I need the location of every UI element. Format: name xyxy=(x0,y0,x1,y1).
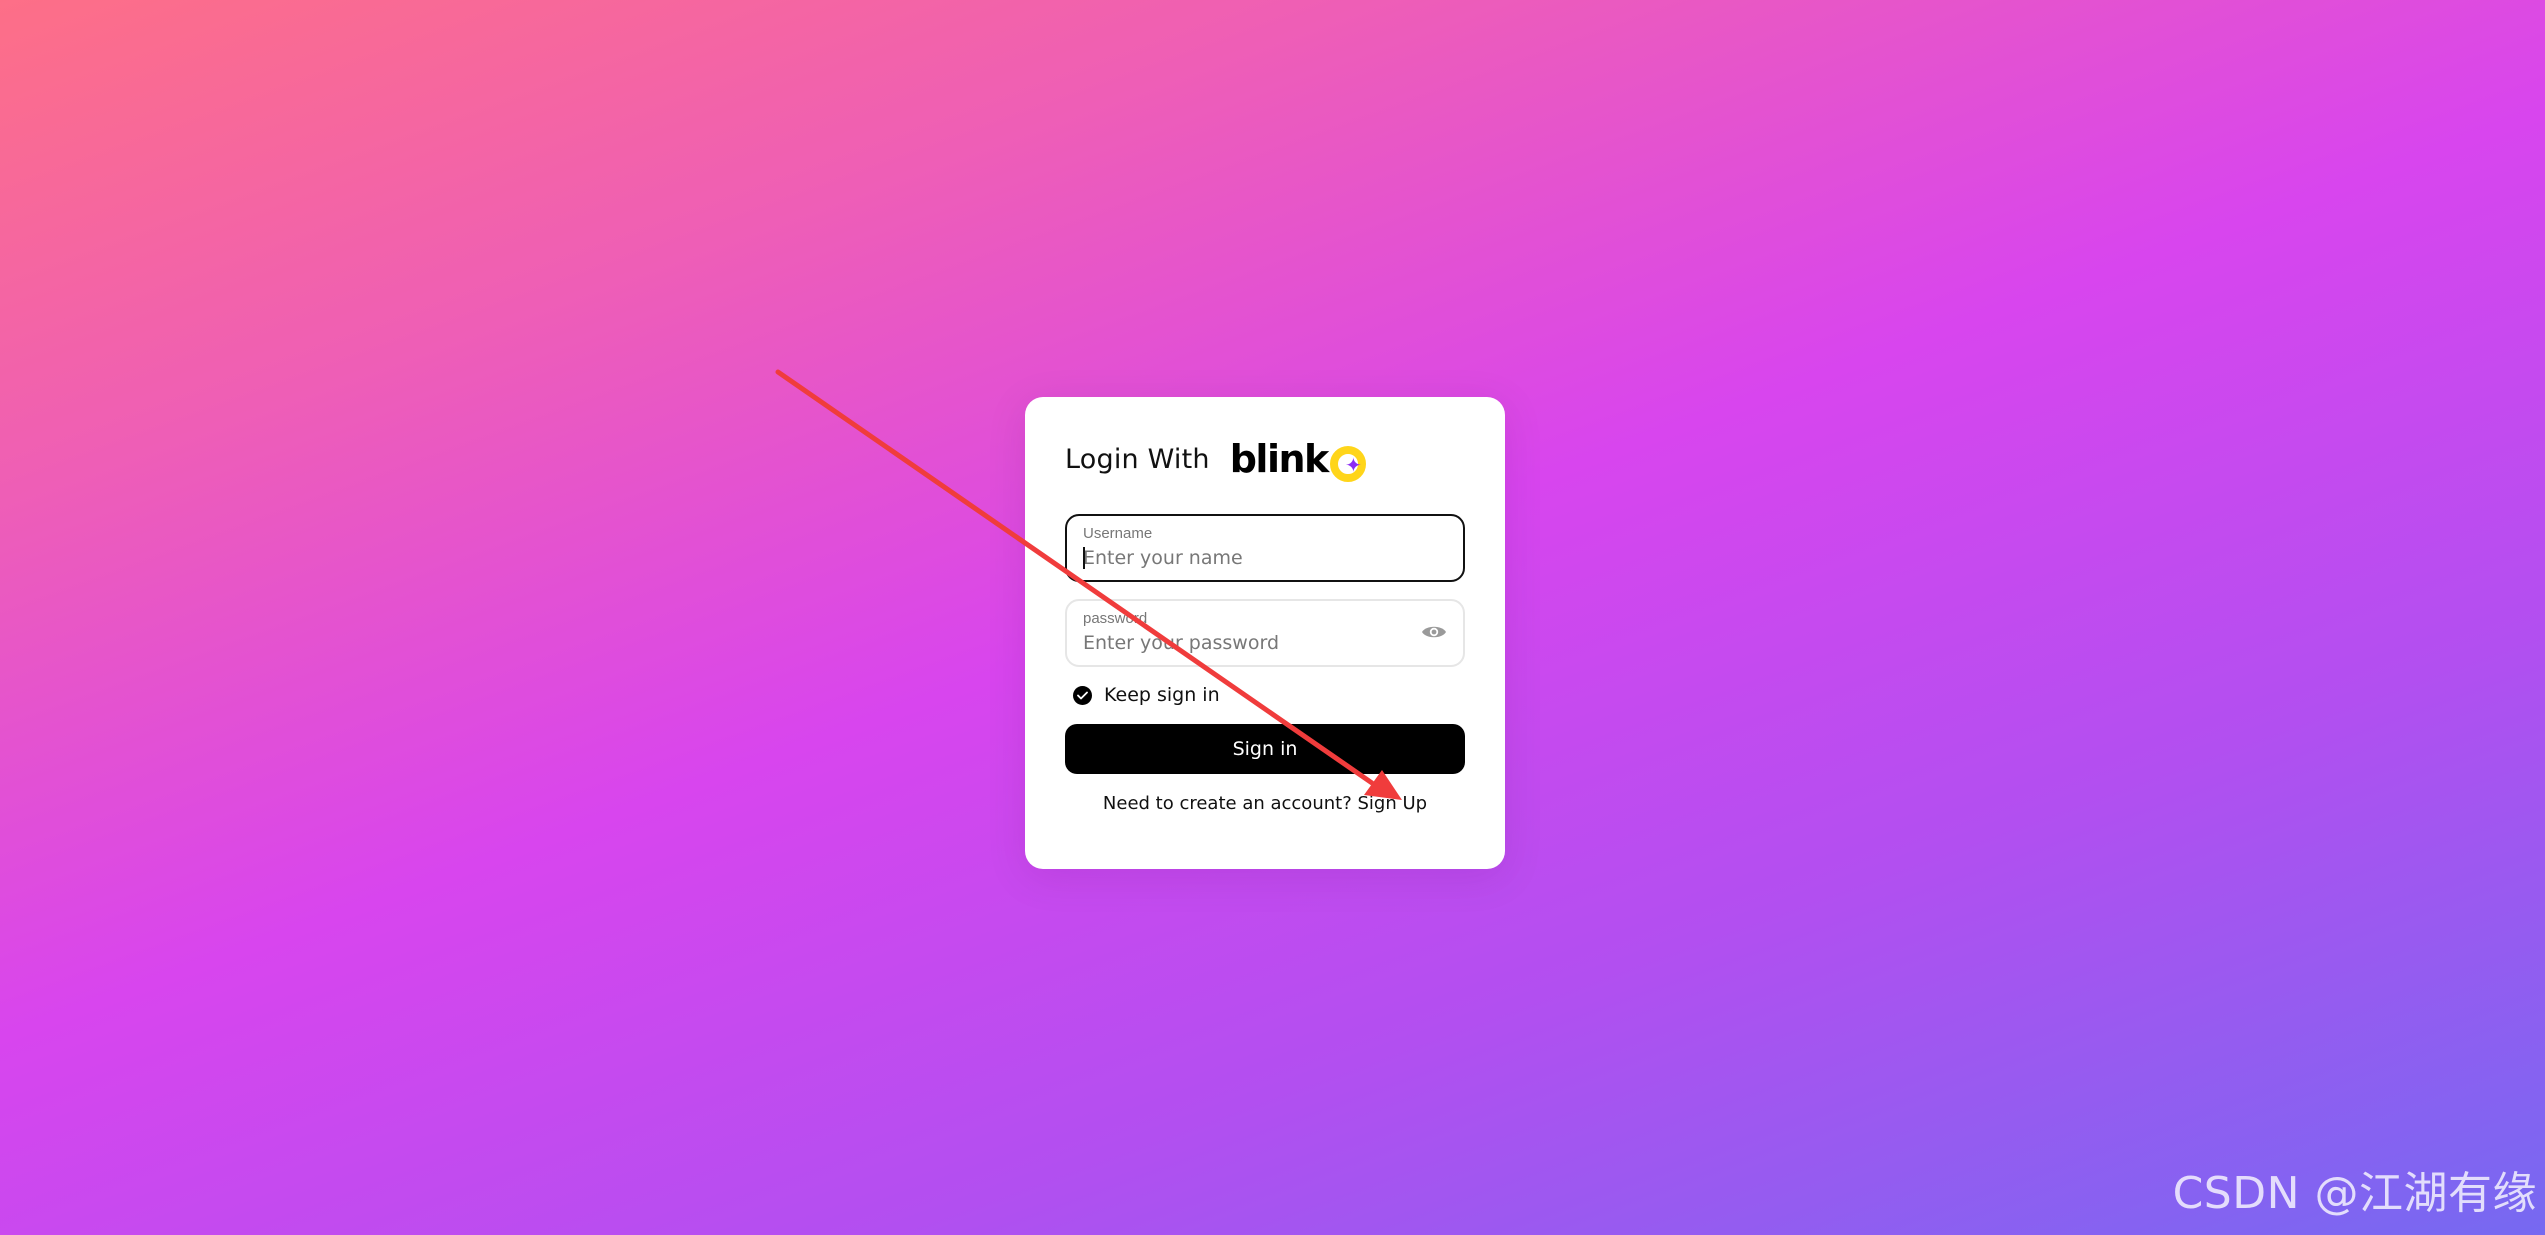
check-icon xyxy=(1077,691,1088,699)
keep-signed-in-checkbox[interactable] xyxy=(1073,685,1092,705)
username-field[interactable]: Username xyxy=(1065,514,1465,582)
sign-up-link[interactable]: Sign Up xyxy=(1357,793,1427,814)
login-header: Login With blink ✦ xyxy=(1065,431,1366,487)
keep-signed-in[interactable]: Keep sign in xyxy=(1073,684,1220,706)
password-field[interactable]: password xyxy=(1065,599,1465,667)
login-card: Login With blink ✦ Username password Kee… xyxy=(1025,397,1505,869)
csdn-watermark: CSDN @江湖有缘 xyxy=(2172,1168,2537,1219)
eye-icon[interactable] xyxy=(1421,623,1447,641)
signup-prompt-text: Need to create an account? xyxy=(1102,793,1352,814)
logo-wordmark: blink xyxy=(1229,437,1330,481)
signup-prompt-row: Need to create an account? Sign Up xyxy=(1025,793,1505,814)
blinko-logo: blink ✦ xyxy=(1230,431,1366,487)
keep-signed-in-label: Keep sign in xyxy=(1104,684,1220,706)
logo-ring-icon: ✦ xyxy=(1329,446,1366,482)
sign-in-button[interactable]: Sign in xyxy=(1065,724,1465,774)
text-caret xyxy=(1083,547,1085,569)
password-label: password xyxy=(1083,610,1148,627)
login-title: Login With xyxy=(1065,443,1210,475)
username-label: Username xyxy=(1083,525,1153,542)
username-input[interactable] xyxy=(1083,547,1413,569)
sparkle-icon: ✦ xyxy=(1345,455,1362,477)
password-input[interactable] xyxy=(1083,632,1413,654)
